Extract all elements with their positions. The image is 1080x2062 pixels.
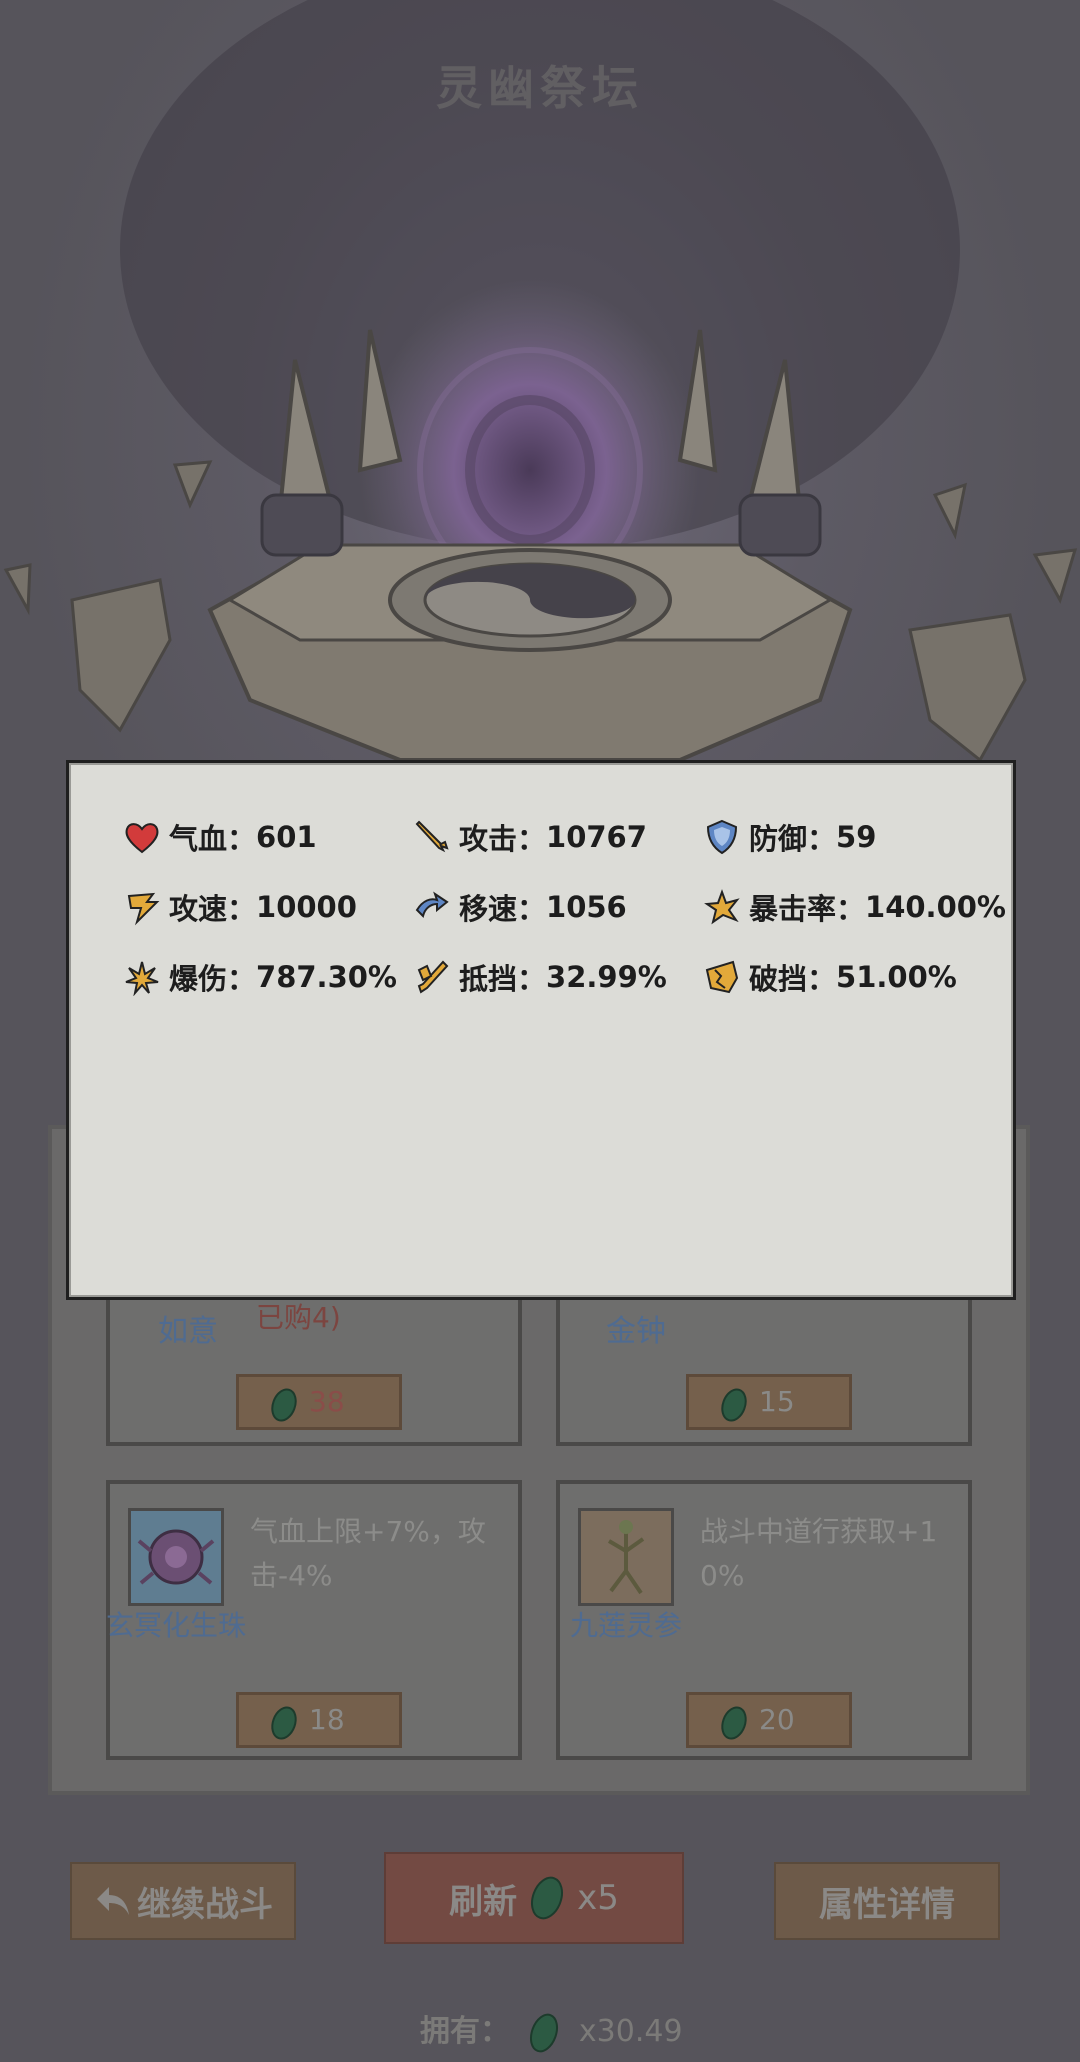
stat-attack: 攻击： 10767	[413, 817, 647, 857]
refresh-cost: x5	[577, 1878, 619, 1918]
purple-orb-icon	[137, 1529, 215, 1585]
item-image	[578, 1508, 674, 1606]
ginseng-icon	[607, 1520, 645, 1595]
stat-move-speed: 移速： 1056	[413, 887, 627, 927]
stat-attack-speed: 攻速： 10000	[123, 887, 357, 927]
refresh-label: 刷新	[449, 1881, 518, 1922]
item-image	[128, 1508, 224, 1606]
crit-rate-icon	[704, 889, 740, 925]
stat-crit-rate: 暴击率： 140.00%	[703, 887, 1006, 927]
shop-card-xuanming[interactable]: 气血上限+7%，攻 击-4% 玄冥化生珠 18	[106, 1480, 522, 1760]
item-name: 九莲灵参	[570, 1609, 683, 1642]
stat-defense: 防御： 59	[703, 817, 876, 857]
price-value: 20	[759, 1703, 795, 1736]
price-value: 18	[309, 1703, 345, 1736]
jade-gem-icon	[531, 1876, 564, 1920]
buy-button[interactable]: 18	[236, 1692, 402, 1748]
shop-card-name: 金钟	[606, 1314, 666, 1349]
price-value: 15	[759, 1385, 795, 1418]
shop-card-note: 已购4)	[256, 1301, 341, 1334]
back-arrow-icon	[97, 1887, 129, 1915]
item-description: 气血上限+7%，攻 击-4%	[250, 1515, 486, 1592]
block-icon	[417, 960, 449, 994]
jade-gem-icon	[721, 1706, 747, 1740]
continue-battle-label: 继续战斗	[137, 1884, 273, 1925]
buy-button[interactable]: 38	[236, 1374, 402, 1430]
jade-gem-icon	[271, 1388, 297, 1422]
buy-button[interactable]: 20	[686, 1692, 852, 1748]
attack-speed-icon	[127, 892, 160, 926]
buy-button[interactable]: 15	[686, 1374, 852, 1430]
break-block-icon	[705, 960, 739, 994]
shop-card-jinzhong[interactable]: 金钟 15	[556, 1296, 972, 1446]
owned-label: 拥有：	[420, 2014, 510, 2049]
currency-owned: 拥有： x30.49	[420, 2006, 683, 2055]
move-speed-icon	[415, 891, 449, 918]
owned-amount: x30.49	[578, 2014, 683, 2049]
attribute-details-label: 属性详情	[819, 1884, 955, 1925]
refresh-button[interactable]: 刷新 x5	[384, 1852, 684, 1944]
heart-icon	[125, 823, 159, 854]
jade-gem-icon	[271, 1706, 297, 1740]
stat-hp: 气血： 601	[123, 817, 317, 857]
sword-icon	[415, 820, 449, 853]
shop-card-jiulian[interactable]: 战斗中道行获取+1 0% 九莲灵参 20	[556, 1480, 972, 1760]
jade-gem-icon	[530, 2013, 559, 2052]
price-value: 38	[309, 1385, 345, 1418]
shop-card-ruyi[interactable]: 已购4) 如意 38	[106, 1296, 522, 1446]
attribute-popup[interactable]: 气血： 601 攻击： 10767 防御： 59 攻速： 10000 移速： 1…	[66, 760, 1016, 1300]
stat-break-block: 破挡： 51.00%	[703, 957, 957, 997]
item-description: 战斗中道行获取+1 0%	[700, 1515, 938, 1592]
shield-icon	[706, 819, 738, 855]
stat-crit-damage: 爆伤： 787.30%	[123, 957, 397, 997]
attribute-details-button[interactable]: 属性详情	[774, 1862, 1000, 1940]
crit-damage-icon	[125, 961, 159, 996]
stat-block: 抵挡： 32.99%	[413, 957, 667, 997]
item-name: 玄冥化生珠	[106, 1609, 247, 1642]
altar-illustration	[3, 0, 1078, 763]
continue-battle-button[interactable]: 继续战斗	[70, 1862, 296, 1940]
shop-card-name: 如意	[158, 1314, 218, 1349]
jade-gem-icon	[721, 1388, 747, 1422]
